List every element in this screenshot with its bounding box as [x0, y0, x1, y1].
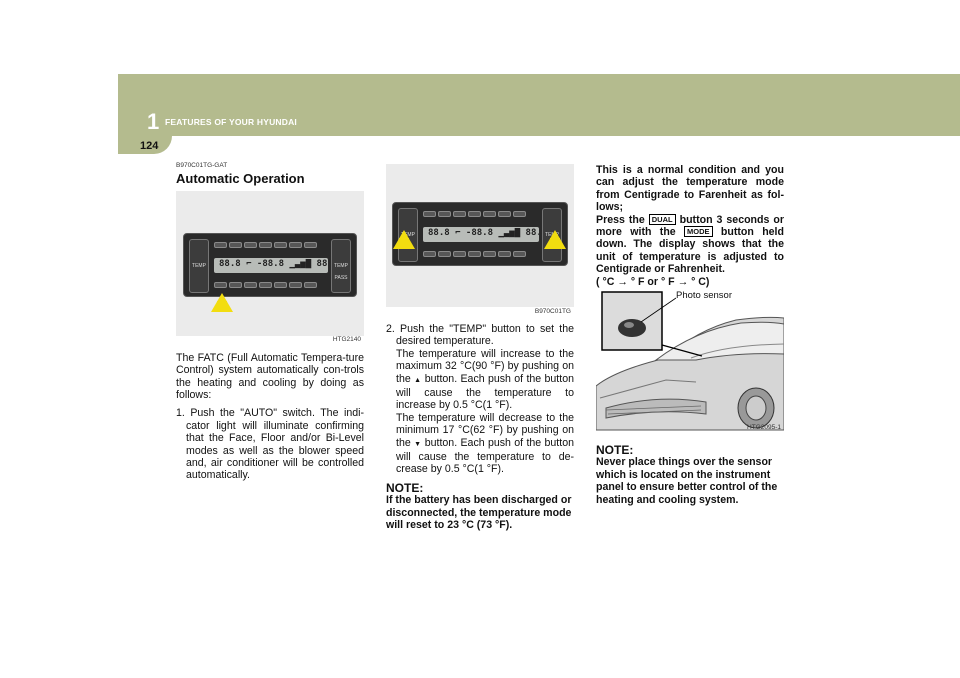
climate-control-panel: TEMP TEMP 88.8 ⌐ -88.8 ▁▃▅▇ 88.8: [392, 202, 568, 266]
step-2-intro: 2. Push the "TEMP" button to set the des…: [386, 323, 574, 348]
yellow-arrow-icon-right: [544, 230, 566, 249]
step-2-increase: The temperature will increase to the max…: [396, 347, 574, 412]
unit-paragraph: This is a normal condition and you can a…: [596, 164, 784, 214]
bottom-button-row: [214, 281, 317, 288]
up-triangle-icon: ▲: [414, 376, 422, 384]
section-heading: Automatic Operation: [176, 171, 305, 187]
note-heading: NOTE:: [386, 480, 424, 495]
note-text: If the battery has been discharged or di…: [386, 494, 572, 532]
column-2: TEMP TEMP 88.8 ⌐ -88.8 ▁▃▅▇ 88.8 B970C01…: [386, 164, 574, 538]
chapter-title: FEATURES OF YOUR HYUNDAI: [165, 117, 297, 127]
step-1: 1. Push the "AUTO" switch. The indi-cato…: [176, 407, 364, 482]
car-illustration: [596, 291, 784, 431]
page-number: 124: [140, 140, 159, 152]
climate-control-panel: TEMP TEMP PASS 88.8 ⌐ -88.8 ▁▃▅▇ 88.8: [183, 232, 357, 297]
lcd-display: 88.8 ⌐ -88.8 ▁▃▅▇ 88.8: [214, 257, 328, 273]
yellow-arrow-icon-left: [393, 230, 415, 249]
climate-panel-figure-2: TEMP TEMP 88.8 ⌐ -88.8 ▁▃▅▇ 88.8 B970C01…: [386, 164, 574, 315]
dual-button: DUAL: [648, 213, 676, 225]
bottom-button-row: [423, 251, 526, 257]
figure-code: HTG2140: [332, 336, 361, 344]
lcd-display: 88.8 ⌐ -88.8 ▁▃▅▇ 88.8: [423, 227, 539, 242]
down-triangle-icon: ▼: [414, 440, 422, 448]
press-instruction: Press the DUAL button 3 seconds or more …: [596, 213, 784, 276]
yellow-arrow-icon: [211, 292, 233, 312]
note-text: Never place things over the sensor which…: [596, 456, 778, 506]
conversion-line: ( °C → ° F or ° F → ° C): [596, 275, 710, 288]
figure-code: B970C01TG: [534, 307, 571, 315]
temp-knob-right: TEMP PASS: [331, 238, 351, 293]
photo-sensor-figure: Photo sensor HTG2095-1: [596, 290, 784, 437]
note-heading: NOTE:: [596, 443, 634, 458]
column-1: B970C01TG-GAT Automatic Operation TEMP T…: [176, 160, 364, 488]
column-3: This is a normal condition and you can a…: [596, 164, 784, 512]
intro-paragraph: The FATC (Full Automatic Tempera-ture Co…: [176, 351, 364, 402]
top-button-row: [423, 211, 526, 217]
mode-button: MODE: [684, 226, 713, 238]
step-2-decrease: The temperature will decrease to the min…: [396, 411, 574, 476]
top-button-row: [214, 241, 317, 248]
climate-panel-figure-1: TEMP TEMP PASS 88.8 ⌐ -88.8 ▁▃▅▇ 88.8 HT…: [176, 190, 364, 343]
figure-code: HTG2095-1: [747, 423, 781, 431]
temp-knob-left: TEMP: [189, 238, 209, 293]
chapter-number: 1: [147, 109, 160, 134]
